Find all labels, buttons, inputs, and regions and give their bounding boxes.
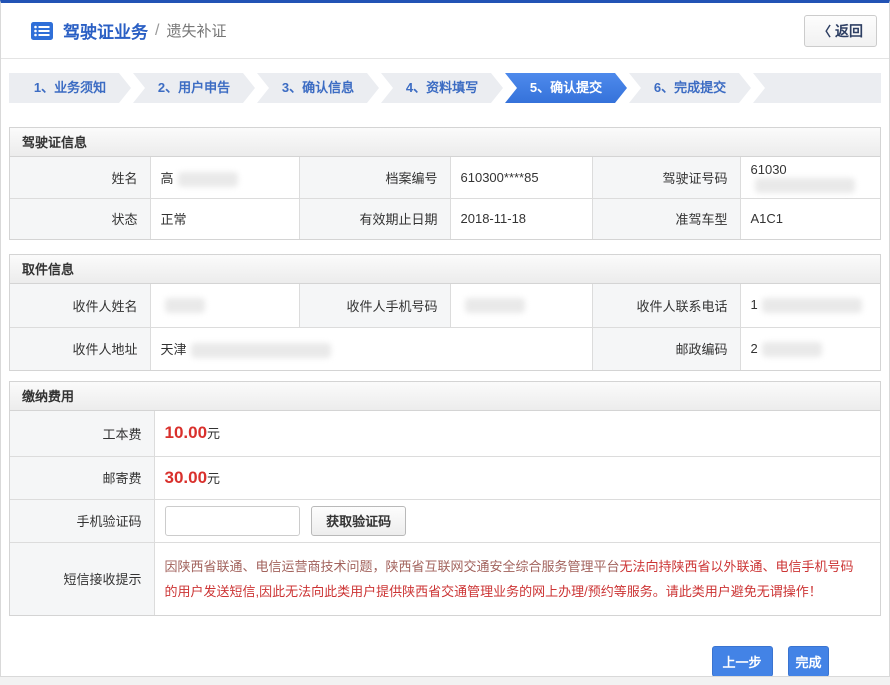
name-value: 高	[150, 157, 299, 198]
sms-code-input[interactable]	[165, 506, 300, 536]
payment-table: 工本费 10.00元 邮寄费 30.00元 手机验证码 获取验证码 短信接收提示…	[10, 411, 880, 615]
license-no-value: 61030	[740, 157, 880, 198]
production-fee-value: 10.00元	[154, 411, 880, 456]
production-fee-amount: 10.00	[165, 423, 208, 442]
payment-section: 缴纳费用 工本费 10.00元 邮寄费 30.00元 手机验证码 获取验证码 短…	[9, 381, 881, 616]
table-row: 短信接收提示 因陕西省联通、电信运营商技术问题，陕西省互联网交通安全综合服务管理…	[10, 542, 880, 615]
redacted-value	[762, 298, 862, 313]
table-row: 收件人地址 天津 邮政编码 2	[10, 327, 880, 370]
payment-section-title: 缴纳费用	[10, 382, 880, 411]
valid-until-label: 有效期止日期	[299, 198, 450, 239]
redacted-value	[465, 298, 525, 313]
license-info-table: 姓名 高 档案编号 610300****85 驾驶证号码 61030 状态 正常…	[10, 157, 880, 239]
page-header: 驾驶证业务 / 遗失补证 〈 返回	[1, 3, 889, 59]
file-no-value: 610300****85	[450, 157, 592, 198]
postal-code-label: 邮政编码	[592, 327, 740, 370]
table-row: 状态 正常 有效期止日期 2018-11-18 准驾车型 A1C1	[10, 198, 880, 239]
footer-actions: 上一步 完成	[1, 616, 889, 677]
pickup-info-section: 取件信息 收件人姓名 收件人手机号码 收件人联系电话 1 收件人地址 天津 邮政…	[9, 254, 881, 371]
redacted-value	[755, 178, 855, 193]
recipient-mobile-value	[450, 284, 592, 327]
table-row: 邮寄费 30.00元	[10, 456, 880, 499]
postage-fee-value: 30.00元	[154, 456, 880, 499]
recipient-mobile-label: 收件人手机号码	[299, 284, 450, 327]
vehicle-class-label: 准驾车型	[592, 198, 740, 239]
file-no-label: 档案编号	[299, 157, 450, 198]
sms-notice-label: 短信接收提示	[10, 542, 154, 615]
license-info-section: 驾驶证信息 姓名 高 档案编号 610300****85 驾驶证号码 61030…	[9, 127, 881, 240]
recipient-name-label: 收件人姓名	[10, 284, 150, 327]
back-button[interactable]: 〈 返回	[804, 15, 877, 47]
status-label: 状态	[10, 198, 150, 239]
status-value: 正常	[150, 198, 299, 239]
back-button-label: 返回	[835, 21, 863, 41]
step-bar-filler	[753, 73, 881, 103]
redacted-value	[178, 172, 238, 187]
postal-code-value: 2	[740, 327, 880, 370]
table-row: 手机验证码 获取验证码	[10, 499, 880, 542]
chevron-left-icon: 〈	[818, 21, 831, 40]
name-label: 姓名	[10, 157, 150, 198]
pickup-info-table: 收件人姓名 收件人手机号码 收件人联系电话 1 收件人地址 天津 邮政编码 2	[10, 284, 880, 370]
page-title: 驾驶证业务	[63, 18, 148, 43]
recipient-address-label: 收件人地址	[10, 327, 150, 370]
page-subtitle: 遗失补证	[166, 20, 226, 41]
recipient-phone-value: 1	[740, 284, 880, 327]
breadcrumb-separator: /	[155, 22, 159, 40]
finish-button[interactable]: 完成	[788, 646, 829, 677]
step-3-confirm-info[interactable]: 3、确认信息	[257, 73, 379, 103]
get-sms-code-button[interactable]: 获取验证码	[311, 506, 406, 536]
recipient-phone-label: 收件人联系电话	[592, 284, 740, 327]
license-no-label: 驾驶证号码	[592, 157, 740, 198]
table-row: 工本费 10.00元	[10, 411, 880, 456]
valid-until-value: 2018-11-18	[450, 198, 592, 239]
postage-fee-label: 邮寄费	[10, 456, 154, 499]
step-4-fill-materials[interactable]: 4、资料填写	[381, 73, 503, 103]
vehicle-class-value: A1C1	[740, 198, 880, 239]
postage-fee-amount: 30.00	[165, 468, 208, 487]
step-wizard: 1、业务须知 2、用户申告 3、确认信息 4、资料填写 5、确认提交 6、完成提…	[9, 73, 881, 103]
production-fee-label: 工本费	[10, 411, 154, 456]
list-icon	[31, 22, 53, 40]
postage-fee-unit: 元	[207, 471, 220, 486]
pickup-section-title: 取件信息	[10, 255, 880, 284]
previous-step-button[interactable]: 上一步	[712, 646, 773, 677]
redacted-value	[191, 343, 331, 358]
sms-notice-muted: 因陕西省联通、电信运营商技术问题，陕西省互联网交通安全综合服务管理平台	[165, 559, 620, 574]
recipient-name-value	[150, 284, 299, 327]
recipient-address-value: 天津	[150, 327, 592, 370]
redacted-value	[165, 298, 205, 313]
redacted-value	[762, 342, 822, 357]
step-6-finish-submit[interactable]: 6、完成提交	[629, 73, 751, 103]
table-row: 姓名 高 档案编号 610300****85 驾驶证号码 61030	[10, 157, 880, 198]
production-fee-unit: 元	[207, 426, 220, 441]
step-5-confirm-submit[interactable]: 5、确认提交	[505, 73, 627, 103]
step-2-user-declaration[interactable]: 2、用户申告	[133, 73, 255, 103]
license-section-title: 驾驶证信息	[10, 128, 880, 157]
main-panel: 驾驶证业务 / 遗失补证 〈 返回 1、业务须知 2、用户申告 3、确认信息 4…	[0, 0, 890, 677]
sms-notice-text: 因陕西省联通、电信运营商技术问题，陕西省互联网交通安全综合服务管理平台无法向持陕…	[154, 542, 880, 615]
step-1-business-notice[interactable]: 1、业务须知	[9, 73, 131, 103]
sms-code-label: 手机验证码	[10, 499, 154, 542]
sms-code-cell: 获取验证码	[154, 499, 880, 542]
table-row: 收件人姓名 收件人手机号码 收件人联系电话 1	[10, 284, 880, 327]
